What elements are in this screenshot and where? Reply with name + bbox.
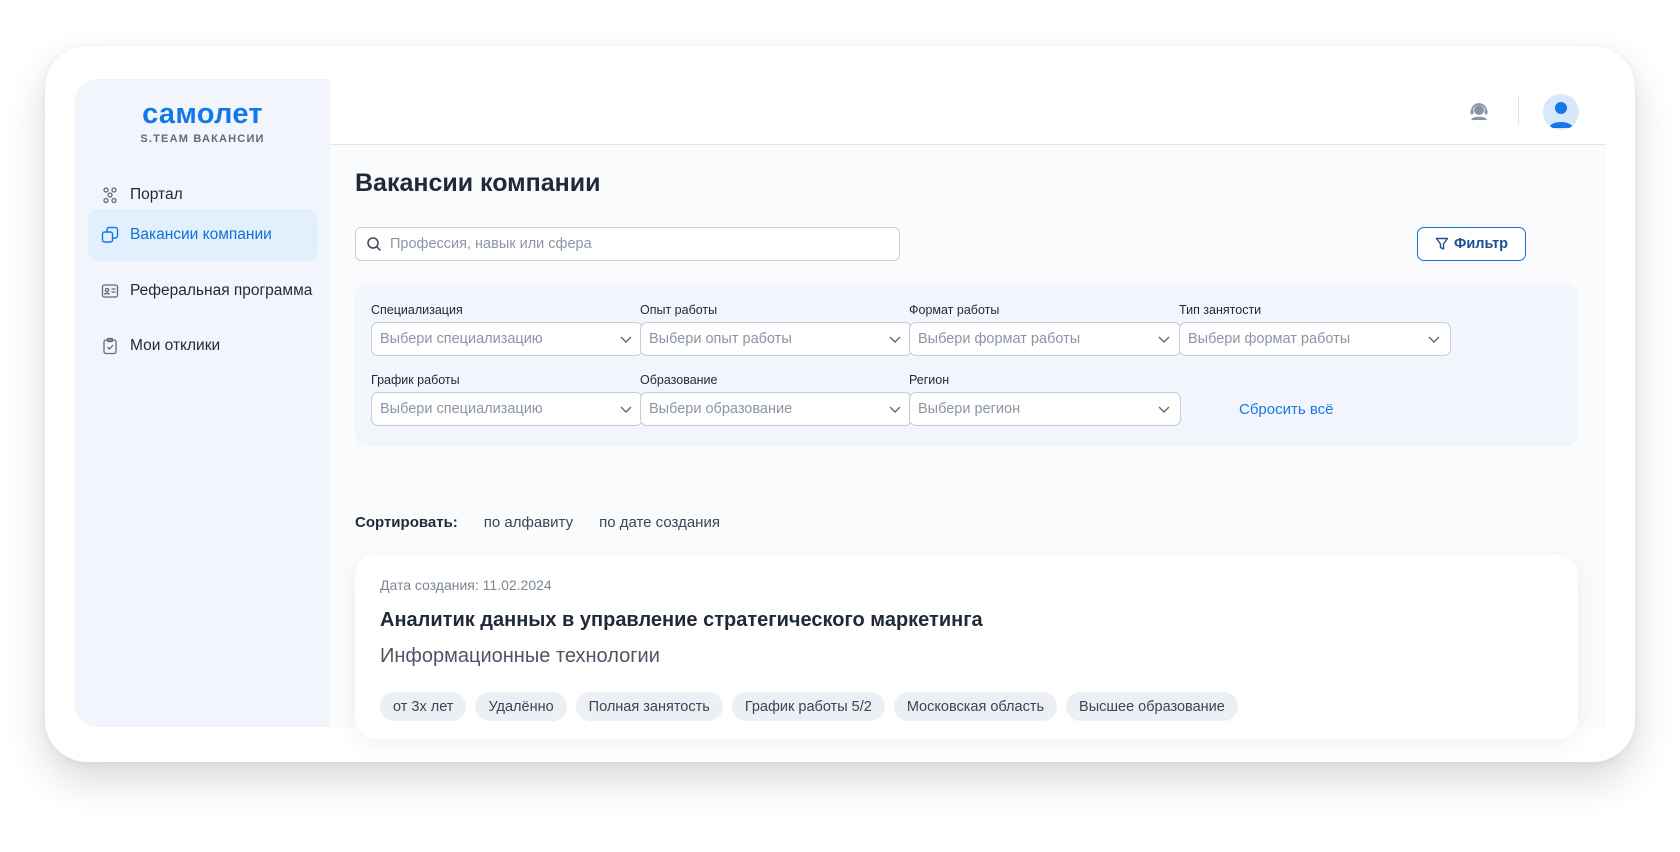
- logo[interactable]: самолет S.TEAM ВАКАНСИИ: [75, 97, 330, 145]
- sidebar-item-label: Вакансии компании: [130, 226, 272, 243]
- chevron-down-icon: [1157, 402, 1171, 416]
- filter-label: Опыт работы: [640, 303, 718, 317]
- sidebar-item-label: Реферальная программа: [130, 282, 313, 299]
- vacancy-tag: Московская область: [893, 692, 1058, 721]
- sort-by-alphabet[interactable]: по алфавиту: [484, 514, 573, 531]
- vacancy-tag: Высшее образование: [1066, 692, 1238, 721]
- select-placeholder: Выбери специализацию: [380, 401, 543, 417]
- filter-panel: Специализация Выбери специализацию Опыт …: [355, 284, 1578, 446]
- sidebar: самолет S.TEAM ВАКАНСИИ Портал Вакансии …: [75, 79, 330, 727]
- filter-education: Образование Выбери образование: [640, 372, 912, 426]
- page-title: Вакансии компании: [355, 169, 601, 197]
- chevron-down-icon: [619, 402, 633, 416]
- main-content: Вакансии компании Фильтр Специализация: [330, 79, 1606, 739]
- app-window: самолет S.TEAM ВАКАНСИИ Портал Вакансии …: [45, 46, 1635, 762]
- clipboard-check-icon: [101, 337, 119, 355]
- region-select[interactable]: Выбери регион: [909, 392, 1181, 426]
- filter-label: Регион: [909, 373, 950, 387]
- chevron-down-icon: [888, 402, 902, 416]
- chevron-down-icon: [1157, 332, 1171, 346]
- header-divider: [1518, 97, 1519, 125]
- filter-schedule: График работы Выбери специализацию: [371, 372, 643, 426]
- funnel-icon: [1435, 237, 1449, 251]
- vacancy-tags: от 3х лет Удалённо Полная занятость Граф…: [380, 692, 1238, 721]
- sort-by-date[interactable]: по дате создания: [599, 514, 720, 531]
- sort-label: Сортировать:: [355, 514, 458, 531]
- sidebar-item-my-responses[interactable]: Мои отклики: [88, 320, 318, 372]
- chevron-down-icon: [1427, 332, 1441, 346]
- select-placeholder: Выбери опыт работы: [649, 331, 792, 347]
- filter-employment: Тип занятости Выбери формат работы: [1179, 302, 1451, 356]
- vacancy-tag: Удалённо: [475, 692, 567, 721]
- id-card-icon: [101, 282, 119, 300]
- filter-label: Специализация: [371, 303, 463, 317]
- education-select[interactable]: Выбери образование: [640, 392, 912, 426]
- filter-format: Формат работы Выбери формат работы: [909, 302, 1181, 356]
- filter-button[interactable]: Фильтр: [1417, 227, 1526, 261]
- sidebar-item-vacancies[interactable]: Вакансии компании: [88, 209, 318, 261]
- vacancy-tag: Полная занятость: [575, 692, 723, 721]
- specialization-select[interactable]: Выбери специализацию: [371, 322, 643, 356]
- filter-label: Формат работы: [909, 303, 1000, 317]
- sidebar-item-label: Мои отклики: [130, 337, 221, 354]
- logo-title: самолет: [142, 98, 263, 130]
- sidebar-item-referral[interactable]: Реферальная программа: [88, 265, 318, 317]
- select-placeholder: Выбери формат работы: [1188, 331, 1351, 347]
- reset-all-link[interactable]: Сбросить всё: [1239, 401, 1333, 418]
- search-input[interactable]: [390, 236, 870, 252]
- search-box[interactable]: [355, 227, 900, 261]
- select-placeholder: Выбери образование: [649, 401, 793, 417]
- vacancy-title[interactable]: Аналитик данных в управление стратегичес…: [380, 609, 983, 632]
- filter-region: Регион Выбери регион: [909, 372, 1181, 426]
- filter-label: Образование: [640, 373, 718, 387]
- select-placeholder: Выбери формат работы: [918, 331, 1081, 347]
- vacancy-tag: от 3х лет: [380, 692, 467, 721]
- sort-row: Сортировать: по алфавиту по дате создани…: [355, 514, 746, 531]
- vacancy-card[interactable]: Дата создания: 11.02.2024 Аналитик данны…: [355, 555, 1578, 739]
- chevron-down-icon: [619, 332, 633, 346]
- employment-select[interactable]: Выбери формат работы: [1179, 322, 1451, 356]
- vacancy-department: Информационные технологии: [380, 645, 660, 667]
- logo-subtitle: S.TEAM ВАКАНСИИ: [140, 133, 265, 145]
- vacancy-tag: График работы 5/2: [731, 692, 885, 721]
- people-network-icon: [101, 186, 119, 204]
- sidebar-item-label: Портал: [130, 186, 183, 203]
- search-icon: [366, 236, 382, 252]
- filter-experience: Опыт работы Выбери опыт работы: [640, 302, 912, 356]
- filter-button-label: Фильтр: [1453, 236, 1509, 252]
- filter-label: Тип занятости: [1179, 303, 1262, 317]
- experience-select[interactable]: Выбери опыт работы: [640, 322, 912, 356]
- format-select[interactable]: Выбери формат работы: [909, 322, 1181, 356]
- select-placeholder: Выбери специализацию: [380, 331, 543, 347]
- vacancy-date: Дата создания: 11.02.2024: [380, 577, 552, 593]
- select-placeholder: Выбери регион: [918, 401, 1021, 417]
- filter-label: График работы: [371, 373, 460, 387]
- schedule-select[interactable]: Выбери специализацию: [371, 392, 643, 426]
- top-bar: [330, 79, 1606, 145]
- copy-cards-icon: [101, 226, 119, 244]
- headset-support-icon[interactable]: [1466, 99, 1492, 125]
- filter-specialization: Специализация Выбери специализацию: [371, 302, 643, 356]
- chevron-down-icon: [888, 332, 902, 346]
- user-avatar-icon[interactable]: [1543, 94, 1579, 130]
